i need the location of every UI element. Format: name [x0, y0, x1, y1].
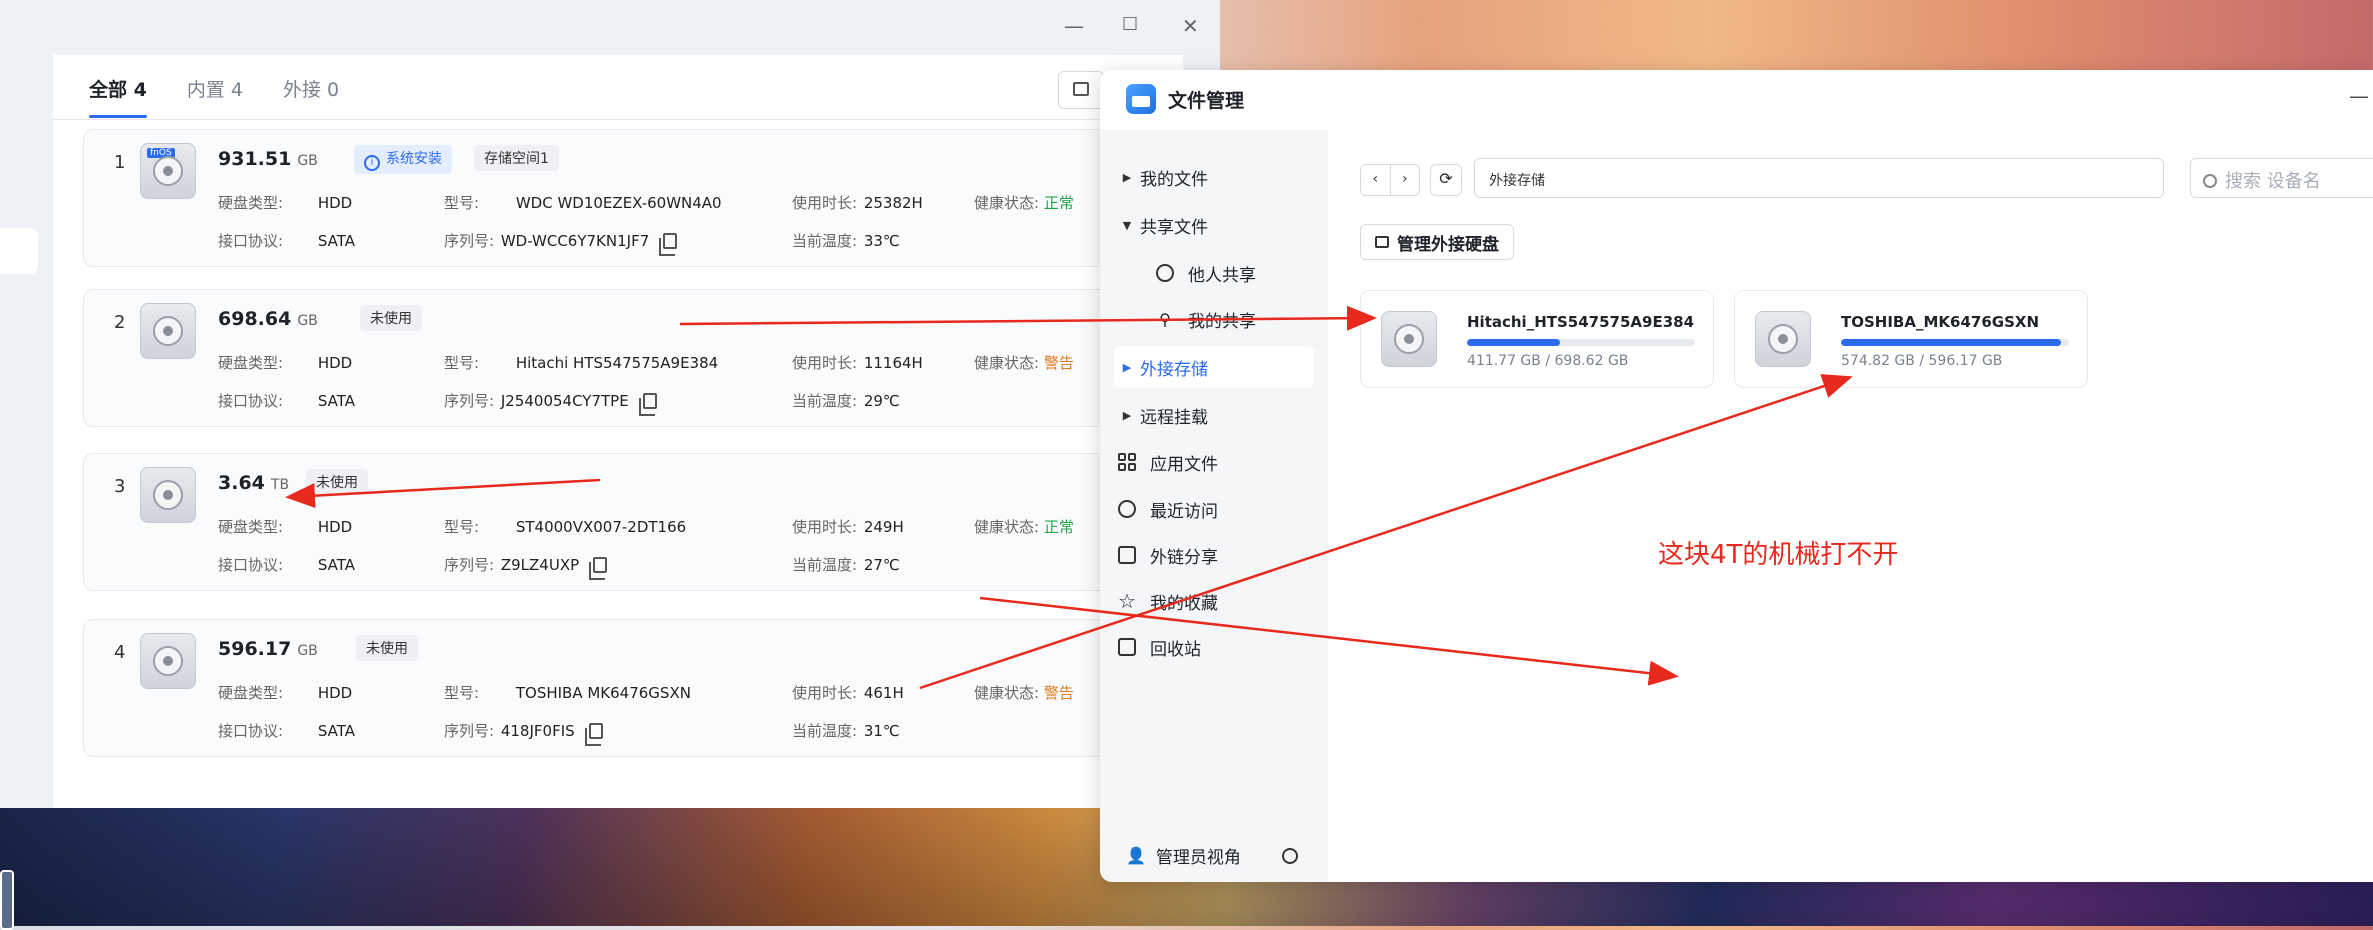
annotation-arrows — [285, 305, 1853, 690]
annotation-arrow — [919, 374, 1853, 690]
annotation-arrow — [679, 305, 1377, 331]
annotation-arrow — [979, 596, 1679, 686]
annotation-arrow — [285, 478, 601, 509]
